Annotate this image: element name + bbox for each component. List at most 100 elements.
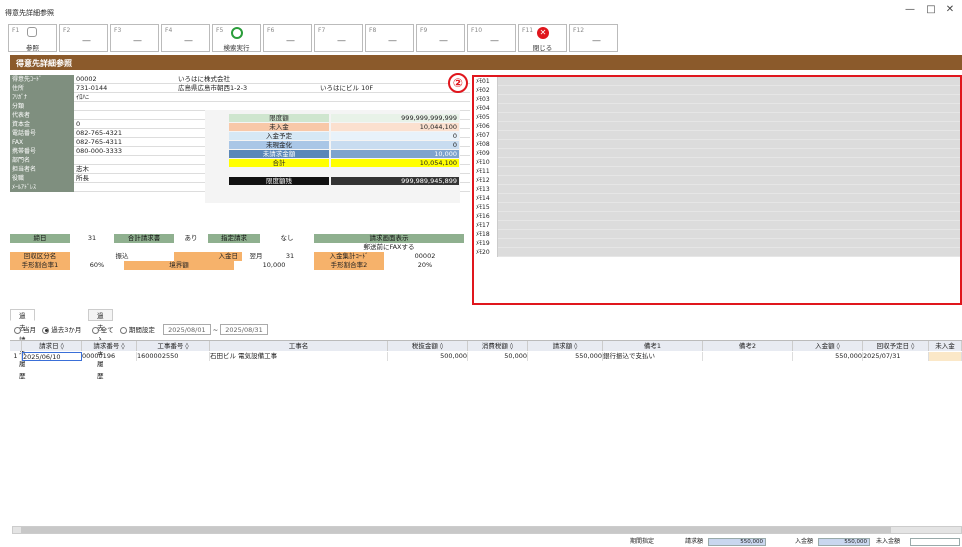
memo-field[interactable] <box>498 185 960 193</box>
dash-icon: — <box>82 36 91 46</box>
radio-label: 過去3か月 <box>51 326 82 334</box>
f4-button[interactable]: F4 — <box>161 24 210 52</box>
column-header[interactable]: 請求額 ◊ <box>528 341 603 351</box>
column-header[interactable]: 請求日 ◊ <box>22 341 82 351</box>
limit-remaining-value: 999,989,945,899 <box>331 177 459 185</box>
cell-paid-amount[interactable]: 550,000 <box>793 352 863 361</box>
memo-field[interactable] <box>498 131 960 139</box>
column-header[interactable]: 工事名 <box>210 341 388 351</box>
cell-bill-amount[interactable]: 550,000 <box>528 352 603 361</box>
unpaid-total-label: 未入金額 <box>876 538 901 545</box>
f1-key-label: F1 <box>12 27 20 34</box>
f7-button[interactable]: F7 — <box>314 24 363 52</box>
uncashed-value: 0 <box>331 141 459 149</box>
memo-field[interactable] <box>498 176 960 184</box>
minimize-button[interactable]: — <box>900 4 920 15</box>
memo-field[interactable] <box>498 140 960 148</box>
memo-field[interactable] <box>498 113 960 121</box>
cell-unpaid[interactable] <box>929 352 962 361</box>
pay-total-value: 550,000 <box>818 538 870 546</box>
f10-button[interactable]: F10 — <box>467 24 516 52</box>
radio-icon <box>91 326 99 334</box>
radio-past-3-months[interactable]: 過去3か月 <box>42 326 81 334</box>
radio-period[interactable]: 期間設定 <box>119 326 155 334</box>
cell-project-name[interactable]: 石田ビル 電気設備工事 <box>210 352 388 361</box>
memo-field[interactable] <box>498 104 960 112</box>
column-header[interactable]: 税抜金額 ◊ <box>388 341 468 351</box>
memo-field[interactable] <box>498 95 960 103</box>
closing-value: 31 <box>87 234 97 242</box>
radio-current-month[interactable]: 当月 <box>14 326 36 334</box>
dash-icon: — <box>184 36 193 46</box>
f3-button[interactable]: F3 — <box>110 24 159 52</box>
memo-field[interactable] <box>498 86 960 94</box>
column-header[interactable]: 回収予定日 ◊ <box>863 341 929 351</box>
date-to-input[interactable]: 2025/08/31 <box>220 324 268 335</box>
close-icon: ✕ <box>537 27 549 39</box>
memo-field[interactable] <box>498 167 960 175</box>
memo-field[interactable] <box>498 230 960 238</box>
maximize-button[interactable]: □ <box>921 4 941 15</box>
radio-all[interactable]: 全て <box>91 326 114 334</box>
memo-field[interactable] <box>498 194 960 202</box>
dash-icon: — <box>133 36 142 46</box>
column-header[interactable]: 未入金 <box>929 341 962 351</box>
memo-field[interactable] <box>498 77 960 85</box>
memo-field[interactable] <box>498 203 960 211</box>
memo-label: ﾒﾓ03 <box>474 95 498 104</box>
f5-search-button[interactable]: F5 検索実行 <box>212 24 261 52</box>
f11-close-button[interactable]: F11 ✕ 閉じる <box>518 24 567 52</box>
f12-button[interactable]: F12 — <box>569 24 618 52</box>
cell-project-number[interactable]: 1600002550 <box>137 352 210 361</box>
f6-button[interactable]: F6 — <box>263 24 312 52</box>
fax-label: FAX <box>10 138 74 147</box>
column-header[interactable]: 備考2 <box>703 341 793 351</box>
cell-note1[interactable]: 銀行振込で支払い <box>603 352 703 361</box>
uncashed-label: 未現金化 <box>229 141 329 149</box>
cell-collect-date[interactable]: 2025/07/31 <box>863 352 929 361</box>
f10-key-label: F10 <box>471 27 483 34</box>
tab-billing-history[interactable]: 過去請求履歴 <box>10 309 35 380</box>
f11-label: 閉じる <box>532 44 553 52</box>
cell-note2[interactable] <box>703 352 793 361</box>
cell-bill-date[interactable]: 2025/06/10 <box>22 352 82 361</box>
tab-payment-history[interactable]: 過去入金履歴 <box>88 309 113 380</box>
collect-value: 振込 <box>115 252 129 260</box>
f6-key-label: F6 <box>267 27 275 34</box>
column-header[interactable]: 入金額 ◊ <box>793 341 863 351</box>
horizontal-scrollbar[interactable] <box>12 526 962 534</box>
memo-field[interactable] <box>498 221 960 229</box>
f2-button[interactable]: F2 — <box>59 24 108 52</box>
billing-settings: 締日 31 合計請求書 あり 指定請求 なし 請求画面表示 郵送前にFAXする … <box>10 234 470 289</box>
memo-field[interactable] <box>498 122 960 130</box>
scrollbar-thumb[interactable] <box>21 527 891 533</box>
column-header[interactable]: 備考1 <box>603 341 703 351</box>
f8-button[interactable]: F8 — <box>365 24 414 52</box>
f1-button[interactable]: F1 参照 <box>8 24 57 52</box>
kana-label: ﾌﾘｶﾞﾅ <box>10 93 74 102</box>
cell-pretax-amount[interactable]: 500,000 <box>388 352 468 361</box>
date-from-input[interactable]: 2025/08/01 <box>163 324 211 335</box>
f9-button[interactable]: F9 — <box>416 24 465 52</box>
pay-aggregate-label: 入金集計ｺｰﾄﾞ <box>314 252 384 261</box>
memo-field[interactable] <box>498 239 960 247</box>
mail-label: ﾒｰﾙｱﾄﾞﾚｽ <box>10 183 74 192</box>
representative-label: 代表者 <box>10 111 74 120</box>
column-header[interactable]: 工事番号 ◊ <box>137 341 210 351</box>
column-header[interactable]: 請求番号 ◊ <box>82 341 137 351</box>
bill-total-label: 請求額 <box>685 538 704 545</box>
memo-label: ﾒﾓ02 <box>474 86 498 95</box>
memo-field[interactable] <box>498 158 960 166</box>
f5-key-label: F5 <box>216 27 224 34</box>
person-value: 志木 <box>76 165 89 173</box>
dept-label: 部門名 <box>10 156 74 165</box>
cell-tax-amount[interactable]: 50,000 <box>468 352 528 361</box>
close-window-button[interactable]: ✕ <box>940 4 960 15</box>
column-header[interactable]: 消費税額 ◊ <box>468 341 528 351</box>
memo-field[interactable] <box>498 212 960 220</box>
border-label: 境界額 <box>124 261 234 270</box>
memo-field[interactable] <box>498 248 960 256</box>
memo-field[interactable] <box>498 149 960 157</box>
total-label: 合計 <box>229 159 329 167</box>
cell-bill-number[interactable]: 00000196 <box>82 352 137 361</box>
